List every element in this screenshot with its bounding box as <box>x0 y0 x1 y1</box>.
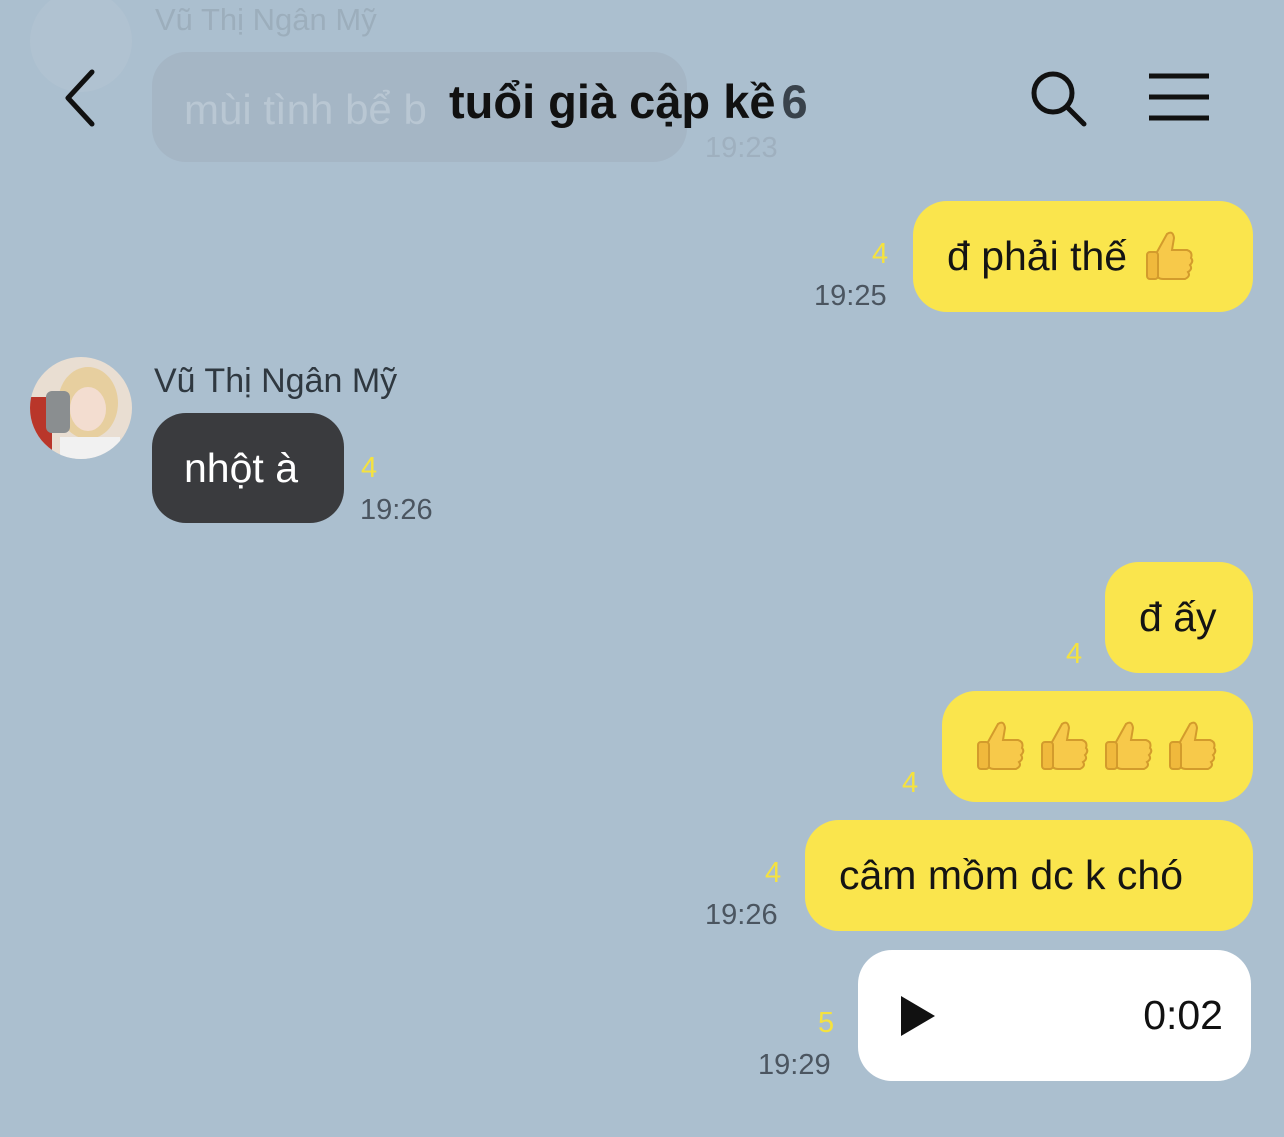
search-icon[interactable] <box>1028 68 1088 128</box>
outgoing-message-bubble[interactable]: đ phải thế <box>913 201 1253 312</box>
chat-name: tuổi già cập kề <box>449 75 776 128</box>
play-icon[interactable] <box>898 994 938 1038</box>
thumbs-up-icon <box>1143 228 1197 286</box>
unread-count: 4 <box>1066 638 1083 670</box>
back-icon[interactable] <box>58 66 106 130</box>
avatar[interactable] <box>30 357 132 459</box>
incoming-message-bubble[interactable]: nhột à <box>152 413 344 523</box>
faded-message-text: mùi tình bể b <box>184 86 427 133</box>
unread-count: 4 <box>361 452 378 484</box>
faded-sender-name: Vũ Thị Ngân Mỹ <box>155 2 377 37</box>
sender-name: Vũ Thị Ngân Mỹ <box>154 362 398 400</box>
message-time: 19:25 <box>814 280 887 312</box>
message-time: 19:26 <box>705 899 778 931</box>
message-text: câm mồm dc k chó <box>839 852 1184 898</box>
member-count: 6 <box>781 75 808 128</box>
unread-count: 5 <box>818 1007 835 1039</box>
message-text: đ phải thế <box>947 233 1128 279</box>
outgoing-message-bubble[interactable]: câm mồm dc k chó <box>805 820 1253 931</box>
voice-duration: 0:02 <box>1143 992 1223 1038</box>
faded-message-time: 19:23 <box>705 132 778 164</box>
chat-title: tuổi già cập kề 6 <box>449 74 808 129</box>
outgoing-emoji-bubble[interactable] <box>942 691 1253 802</box>
message-text: nhột à <box>184 444 298 491</box>
voice-message-bubble[interactable]: 0:02 <box>858 950 1251 1081</box>
hamburger-menu-icon[interactable] <box>1146 72 1212 122</box>
message-text: đ ấy <box>1139 594 1217 640</box>
outgoing-message-bubble[interactable]: đ ấy <box>1105 562 1253 673</box>
thumbs-up-icon <box>1102 718 1156 776</box>
thumbs-up-icon <box>1038 718 1092 776</box>
message-time: 19:26 <box>360 494 433 526</box>
unread-count: 4 <box>765 857 782 889</box>
thumbs-up-icon <box>974 718 1028 776</box>
message-time: 19:29 <box>758 1049 831 1081</box>
thumbs-up-icon <box>1166 718 1220 776</box>
unread-count: 4 <box>902 767 919 799</box>
unread-count: 4 <box>872 238 889 270</box>
